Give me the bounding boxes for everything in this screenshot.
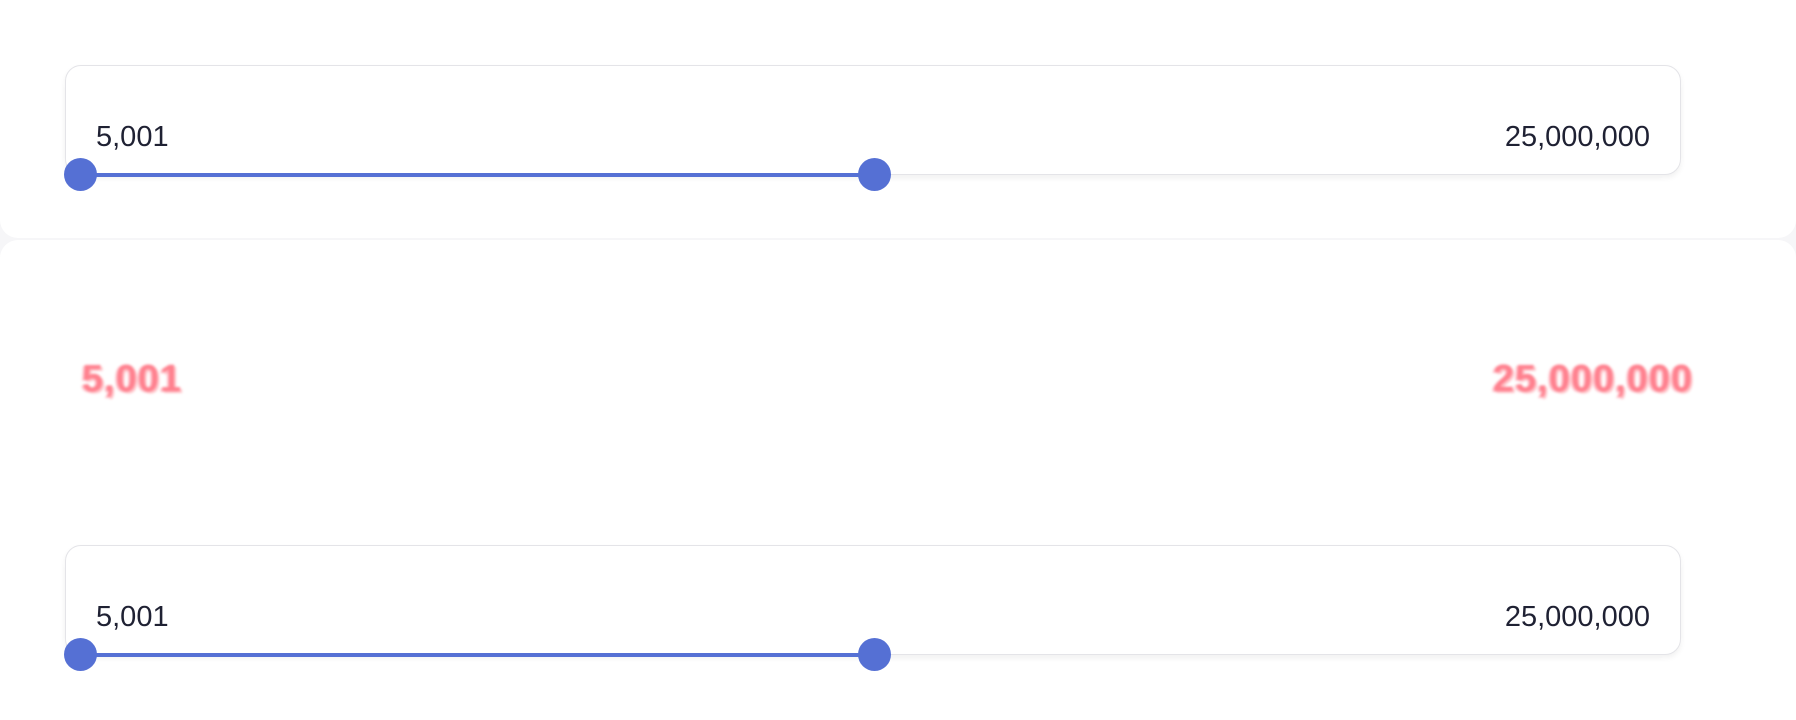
bottom-panel: 5,001 25,000,000 5,001 25,000,000 — [0, 240, 1796, 720]
slider-min-thumb[interactable] — [64, 158, 97, 191]
slider-max-thumb[interactable] — [858, 638, 891, 671]
ghost-min-label: 5,001 — [82, 358, 183, 400]
top-panel: 5,001 25,000,000 — [0, 0, 1796, 238]
range-slider-bottom[interactable]: 5,001 25,000,000 — [64, 545, 1681, 671]
range-slider-top[interactable]: 5,001 25,000,000 — [64, 65, 1681, 191]
slider-max-thumb[interactable] — [858, 158, 891, 191]
slider-min-label: 5,001 — [96, 121, 169, 153]
slider-min-thumb[interactable] — [64, 638, 97, 671]
slider-track-fill — [80, 653, 874, 657]
slider-max-label: 25,000,000 — [1504, 601, 1650, 633]
ghost-max-label: 25,000,000 — [1493, 358, 1694, 400]
slider-track-fill — [80, 173, 874, 177]
slider-max-label: 25,000,000 — [1504, 121, 1650, 153]
slider-min-label: 5,001 — [96, 601, 169, 633]
